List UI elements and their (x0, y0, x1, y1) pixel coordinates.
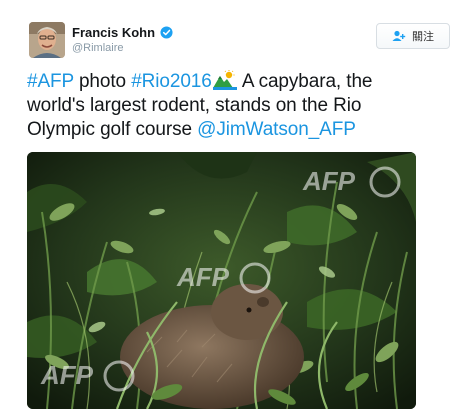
tweet-photo[interactable]: AFP AFP AFP (27, 152, 416, 409)
avatar[interactable] (29, 22, 65, 58)
tweet-text-line-1: #AFP photo #Rio2016 A capybara, the (27, 70, 457, 94)
svg-text:AFP: AFP (176, 262, 230, 292)
tweet-text: #AFP photo #Rio2016 A capybara, the worl… (27, 70, 457, 142)
rio-mountain-sun-emoji-icon (212, 70, 237, 90)
author-handle[interactable]: @Rimlaire (72, 42, 124, 54)
tweet-text-segment: A capybara, the (237, 71, 373, 92)
tweet-text-segment: Olympic golf course (27, 119, 198, 140)
svg-text:AFP: AFP (40, 360, 94, 390)
tweet-text-segment: photo (73, 71, 132, 92)
tweet-text-line-3: Olympic golf course @JimWatson_AFP (27, 118, 457, 142)
svg-text:AFP: AFP (302, 166, 356, 196)
capybara-photo: AFP AFP AFP (27, 152, 416, 409)
tweet-text-line-2: world's largest rodent, stands on the Ri… (27, 95, 362, 116)
follow-person-plus-icon (392, 30, 406, 41)
follow-button-label: 關注 (412, 31, 434, 43)
hashtag-afp-link[interactable]: #AFP (27, 71, 74, 92)
author-display-name[interactable]: Francis Kohn (72, 25, 155, 40)
verified-badge-icon (160, 26, 173, 39)
mention-jimwatson-link[interactable]: @JimWatson_AFP (197, 119, 356, 140)
tweet-card: Francis Kohn @Rimlaire 關注 #AFP photo #Ri… (0, 0, 474, 415)
hashtag-rio2016-link[interactable]: #Rio2016 (131, 71, 212, 92)
follow-button[interactable]: 關注 (376, 23, 450, 49)
avatar-image (29, 22, 65, 58)
